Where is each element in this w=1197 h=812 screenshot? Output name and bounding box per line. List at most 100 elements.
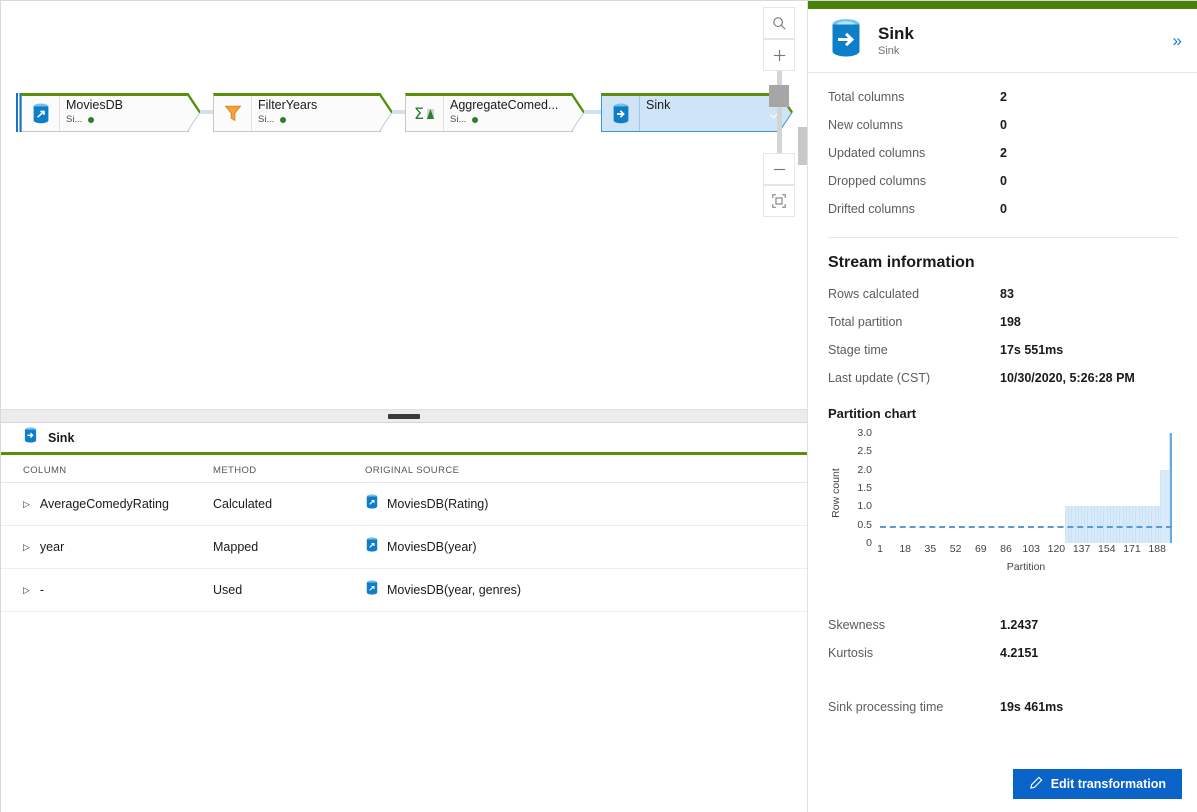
data-flow-debug-screen: MoviesDB Si... FilterYears Si... Σ AggregateC… [0, 0, 1197, 812]
stream-stat-row: Last update (CST) 10/30/2020, 5:26:28 PM [808, 364, 1197, 392]
flow-node-subtitle: Si... [450, 114, 562, 126]
column-stat-label: Dropped columns [828, 174, 926, 188]
column-stat-value: 2 [1000, 146, 1007, 160]
stream-stat-value: 198 [1000, 315, 1021, 329]
flow-node-filteryears[interactable]: FilterYears Si... [213, 92, 393, 133]
flow-node-name: Sink [646, 98, 671, 112]
chart-x-tick: 86 [1000, 543, 1012, 555]
pane-splitter[interactable] [1, 409, 807, 423]
edit-transformation-button[interactable]: Edit transformation [1012, 769, 1182, 799]
column-stat-row: Drifted columns 0 [808, 195, 1197, 223]
flow-node-aggregatecomed-[interactable]: Σ AggregateComed... Si... [405, 92, 585, 133]
flow-node-name: MoviesDB [66, 98, 123, 112]
sink-processing-time-label: Sink processing time [828, 700, 944, 714]
chart-x-axis-label: Partition [1006, 561, 1046, 573]
column-stat-label: Drifted columns [828, 202, 915, 216]
chart-x-tick: 120 [1047, 543, 1066, 555]
table-row[interactable]: ▷ AverageComedyRating Calculated MoviesDB(R… [1, 483, 807, 526]
moment-stat-value: 4.2151 [1000, 646, 1039, 660]
database-source-icon [365, 494, 379, 514]
canvas-scrollbar-thumb[interactable] [798, 127, 807, 165]
stream-stat-label: Rows calculated [828, 287, 920, 301]
moment-stat-row: Kurtosis 4.2151 [808, 639, 1197, 667]
expand-row-icon[interactable]: ▷ [23, 542, 30, 553]
chart-y-tick: 0 [866, 537, 872, 549]
svg-text:Σ: Σ [414, 104, 424, 123]
stream-stat-value: 83 [1000, 287, 1014, 301]
column-stat-label: Updated columns [828, 146, 926, 160]
canvas-scrollbar-track[interactable] [797, 1, 807, 409]
panel-title-group: Sink Sink [878, 24, 914, 58]
inspect-pane: Sink COLUMN METHOD ORIGINAL SOURCE ▷ Aver… [1, 423, 807, 812]
zoom-slider[interactable] [763, 71, 795, 153]
column-stat-row: Updated columns 2 [808, 139, 1197, 167]
flow-node-text: FilterYears Si... [258, 98, 370, 126]
flow-node-moviesdb[interactable]: MoviesDB Si... [16, 92, 201, 133]
chart-y-axis-label: Row count [830, 468, 842, 518]
splitter-grip[interactable] [388, 414, 420, 419]
search-icon[interactable] [763, 7, 795, 39]
partition-chart: Row count 0 0.5 1.0 1.5 2.0 2.5 3.0 1 18 35 52 69 8… [828, 427, 1174, 577]
column-stat-row: Total columns 2 [808, 83, 1197, 111]
zoom-slider-thumb[interactable] [769, 85, 789, 107]
flow-node-name: AggregateComed... [450, 98, 559, 112]
flow-connector [200, 110, 213, 114]
row-column-name: - [39, 583, 45, 597]
chart-x-tick: 103 [1022, 543, 1040, 555]
database-source-icon [365, 537, 379, 557]
flow-node-chevron [378, 92, 393, 133]
status-dot-icon [280, 117, 287, 123]
chart-x-tick: 1 [877, 543, 883, 555]
chart-y-tick: 3.0 [857, 427, 872, 439]
partition-chart-heading: Partition chart [828, 406, 917, 421]
panel-accent-bar [808, 1, 1197, 9]
chart-x-tick: 52 [949, 543, 962, 555]
stream-stat-label: Total partition [828, 315, 903, 329]
row-method: Used [213, 583, 243, 597]
edit-transformation-label: Edit transformation [1050, 777, 1166, 791]
sink-processing-time-value: 19s 461ms [1000, 700, 1064, 714]
chart-x-tick: 35 [924, 543, 937, 555]
flow-node-text: MoviesDB Si... [66, 98, 178, 126]
flow-node-chevron [186, 92, 201, 133]
panel-title: Sink [878, 23, 914, 43]
column-stat-value: 0 [1000, 174, 1007, 188]
chart-x-tick: 18 [899, 543, 912, 555]
panel-subtitle: Sink [878, 44, 900, 57]
row-column-name: year [39, 540, 65, 554]
chart-y-tick: 2.5 [857, 445, 872, 458]
inspect-header: Sink [1, 423, 807, 455]
chart-y-tick: 0.5 [857, 518, 872, 531]
expand-row-icon[interactable]: ▷ [23, 499, 30, 510]
flow-node-sink[interactable]: Sink [601, 92, 793, 133]
fit-to-screen-icon[interactable] [763, 185, 795, 217]
expand-row-icon[interactable]: ▷ [23, 585, 30, 596]
table-row[interactable]: ▷ - Used MoviesDB(year, genres) [1, 569, 807, 612]
moment-stat-value: 1.2437 [1000, 618, 1039, 632]
flow-connector [392, 110, 405, 114]
stream-stat-label: Stage time [828, 343, 888, 357]
database-sink-icon [23, 427, 38, 448]
chart-x-tick: 69 [974, 543, 987, 555]
zoom-slider-rail [776, 71, 782, 153]
chart-y-tick: 1.0 [857, 500, 872, 513]
column-stat-label: New columns [828, 118, 904, 132]
flow-node-subtitle: Si... [66, 114, 178, 126]
zoom-out-button[interactable] [763, 153, 795, 185]
stream-stat-value: 17s 551ms [1000, 343, 1064, 357]
table-row[interactable]: ▷ year Mapped MoviesDB(year) [1, 526, 807, 569]
zoom-in-button[interactable] [763, 39, 795, 71]
stream-stat-label: Last update (CST) [828, 371, 931, 385]
column-stat-value: 0 [1000, 202, 1007, 216]
collapse-panel-button[interactable]: » [1173, 31, 1182, 51]
column-stat-value: 2 [1000, 90, 1007, 104]
details-panel: Sink Sink » Total columns 2 New columns 0 Up… [807, 1, 1197, 812]
data-flow-canvas[interactable]: MoviesDB Si... FilterYears Si... Σ AggregateC… [1, 1, 807, 409]
pencil-icon [1029, 776, 1043, 793]
chart-bar [1160, 469, 1170, 543]
filter-icon [214, 96, 252, 131]
row-original-source: MoviesDB(year, genres) [387, 583, 522, 597]
column-stat-label: Total columns [828, 90, 905, 104]
chart-average-line [880, 525, 1172, 528]
flow-connector [584, 110, 601, 114]
